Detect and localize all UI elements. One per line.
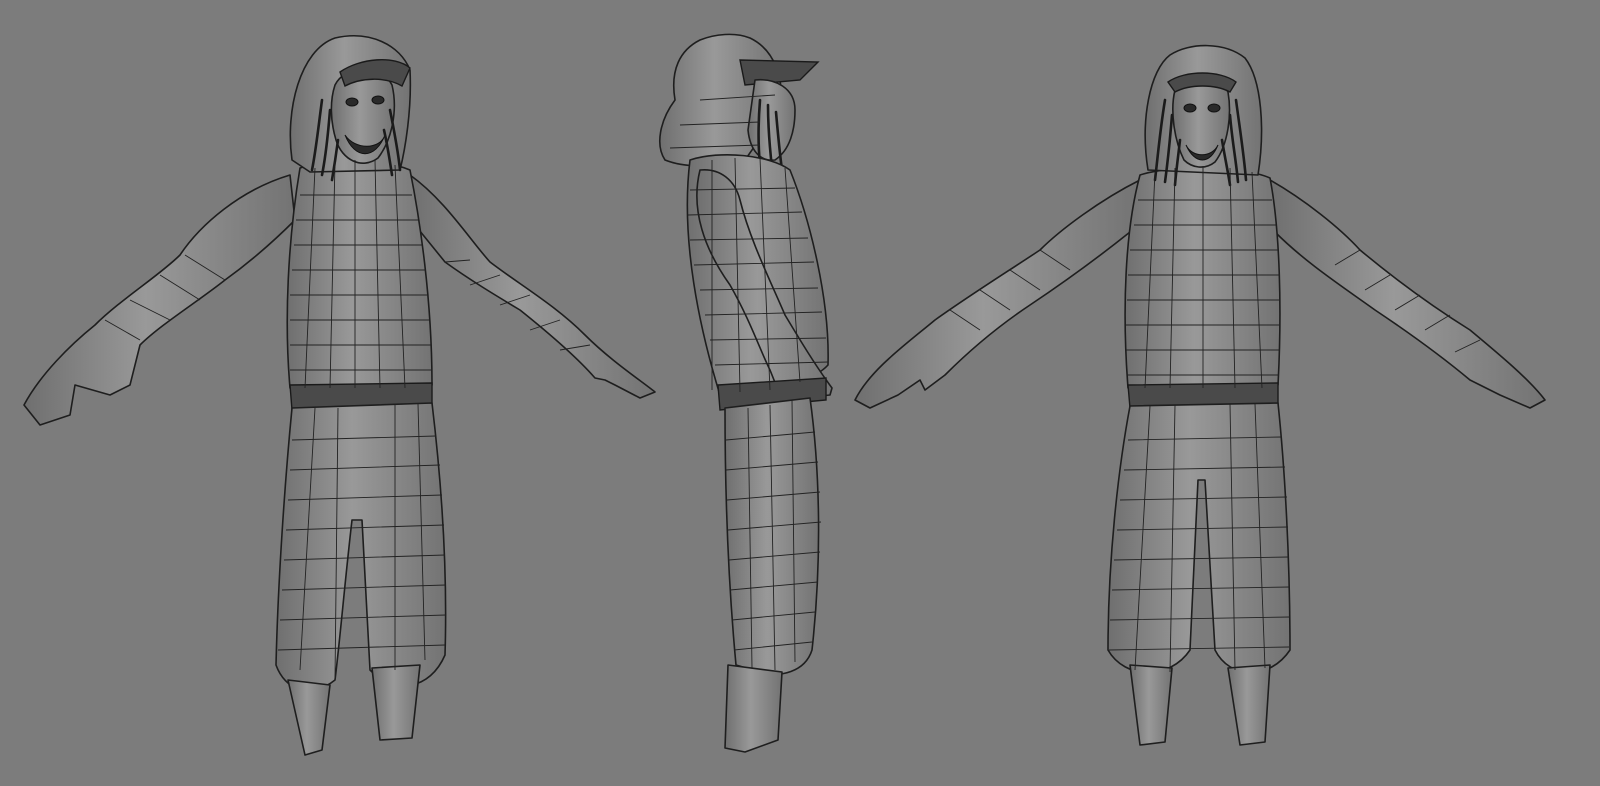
side-view [659,33,833,753]
arm-left [23,174,296,426]
3d-viewport [0,0,1600,786]
shin-left [1129,664,1173,746]
character-model [854,44,1546,746]
arm-right [1269,179,1546,409]
eye-right [1207,103,1221,113]
eye-right [371,95,385,105]
pants [724,397,820,675]
shin-right [1227,664,1271,746]
front-view [854,44,1546,746]
front-3-4-view [23,35,656,756]
eye-left [1183,103,1197,113]
pants [1107,402,1291,674]
head [747,78,796,161]
character-model [659,33,833,753]
eye-left [345,97,359,107]
arm-right [409,174,656,399]
shin [724,664,783,753]
character-model [23,35,656,756]
head [1172,78,1231,168]
shin-left [287,679,331,756]
arm-left [854,179,1141,409]
cap-brim [739,59,820,86]
shin-right [371,664,421,741]
